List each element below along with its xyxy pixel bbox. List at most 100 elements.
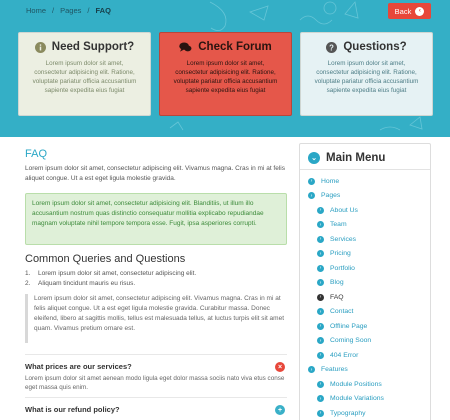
sidebar-item-label: Services xyxy=(330,235,357,243)
sidebar-item-label: Coming Soon xyxy=(330,337,372,345)
chevron-right-icon: › xyxy=(308,192,315,200)
chevron-right-icon: › xyxy=(317,351,324,359)
support-card-body: Lorem ipsum dolor sit amet, consectetur … xyxy=(32,60,137,94)
sidebar-item-404-error[interactable]: › 404 Error xyxy=(308,348,422,363)
sidebar-item-label: 404 Error xyxy=(330,351,359,359)
support-card-title-text: Need Support? xyxy=(51,41,135,53)
sidebar-item-label: Portfolio xyxy=(330,264,355,272)
questions-card[interactable]: ? Questions? Lorem ipsum dolor sit amet,… xyxy=(300,32,433,116)
chevron-right-icon: › xyxy=(317,279,324,287)
breadcrumb-home[interactable]: Home xyxy=(26,6,46,15)
breadcrumb-separator: / xyxy=(87,6,90,15)
sidebar-item-contact[interactable]: › Contact xyxy=(308,305,422,320)
questions-card-title-text: Questions? xyxy=(343,41,407,53)
chevron-right-icon: › xyxy=(317,380,324,388)
divider xyxy=(300,169,430,170)
sidebar-header: ⌄ Main Menu xyxy=(308,152,422,164)
list-item-number: 1. xyxy=(25,270,31,277)
chevron-right-icon: › xyxy=(317,409,324,417)
forum-card-title-text: Check Forum xyxy=(198,41,272,53)
questions-card-title: ? Questions? xyxy=(301,41,432,53)
info-icon xyxy=(34,41,46,53)
faq-question[interactable]: What is our refund policy? xyxy=(25,405,287,414)
forum-card-body: Lorem ipsum dolor sit amet, consectetur … xyxy=(173,60,278,94)
plus-icon[interactable]: + xyxy=(275,405,285,415)
sidebar-item-label: Module Variations xyxy=(330,395,384,403)
sidebar-item-pricing[interactable]: › Pricing xyxy=(308,247,422,262)
arrow-left-icon: ‹ xyxy=(415,6,425,16)
sidebar-item-module-positions[interactable]: › Module Positions xyxy=(308,377,422,392)
chevron-right-icon: › xyxy=(317,308,324,316)
breadcrumb-pages[interactable]: Pages xyxy=(60,6,81,15)
sidebar-item-label: Features xyxy=(321,366,348,374)
header-banner: Home / Pages / FAQ Back ‹ Need Support? … xyxy=(0,0,450,137)
questions-card-body: Lorem ipsum dolor sit amet, consectetur … xyxy=(314,60,419,94)
forum-card-title: Check Forum xyxy=(160,41,291,53)
comments-icon xyxy=(179,41,192,52)
chevron-right-icon: › xyxy=(317,235,324,243)
intro-text: Lorem ipsum dolor sit amet, consectetur … xyxy=(25,165,285,182)
chevron-right-icon: › xyxy=(317,250,324,258)
sidebar-item-module-variations[interactable]: › Module Variations xyxy=(308,392,422,407)
svg-text:?: ? xyxy=(329,43,334,52)
back-button[interactable]: Back ‹ xyxy=(388,3,431,19)
support-card-title: Need Support? xyxy=(19,41,150,53)
sidebar-item-label: Pricing xyxy=(330,250,351,258)
chevron-right-icon: › xyxy=(317,206,324,214)
sidebar-item-label: Blog xyxy=(330,279,344,287)
sidebar-item-home[interactable]: › Home xyxy=(308,174,422,189)
chevron-right-icon: › xyxy=(317,293,324,301)
sidebar-item-offline-page[interactable]: › Offline Page xyxy=(308,319,422,334)
question-icon: ? xyxy=(326,41,338,53)
chevron-right-icon: › xyxy=(308,366,315,374)
main-content: FAQ Lorem ipsum dolor sit amet, consecte… xyxy=(25,143,287,415)
sidebar-item-label: About Us xyxy=(330,206,358,214)
sidebar-item-label: Contact xyxy=(330,308,354,316)
sidebar-item-coming-soon[interactable]: › Coming Soon xyxy=(308,334,422,349)
sidebar-item-portfolio[interactable]: › Portfolio xyxy=(308,261,422,276)
faq-question[interactable]: What prices are our services? xyxy=(25,362,287,371)
sidebar-menu: › Home › Pages › About Us › Team › Services › Prici… xyxy=(308,174,422,420)
chevron-down-icon: ⌄ xyxy=(308,152,320,164)
faq-answer: Lorem ipsum dolor sit amet aenean modo l… xyxy=(25,375,285,391)
divider xyxy=(25,397,287,398)
faq-item[interactable]: What is our refund policy? + xyxy=(25,405,287,415)
sidebar-item-label: Pages xyxy=(321,192,341,200)
sidebar-item-team[interactable]: › Team xyxy=(308,218,422,233)
sidebar-item-label: FAQ xyxy=(330,293,344,301)
chevron-right-icon: › xyxy=(308,177,315,185)
sidebar: ⌄ Main Menu › Home › Pages › About Us › Team › Se… xyxy=(299,143,431,420)
sidebar-item-typography[interactable]: › Typography xyxy=(308,406,422,420)
blockquote: Lorem ipsum dolor sit amet, consectetur … xyxy=(25,294,287,343)
breadcrumb: Home / Pages / FAQ xyxy=(26,6,111,15)
list-item-text: Lorem ipsum dolor sit amet, consectetur … xyxy=(38,270,197,277)
back-button-label: Back xyxy=(394,6,412,16)
chevron-right-icon: › xyxy=(317,264,324,272)
faq-item[interactable]: What prices are our services? × Lorem ip… xyxy=(25,362,287,392)
sidebar-item-features[interactable]: › Features xyxy=(308,363,422,378)
list-item-text: Aliquam tincidunt mauris eu risus. xyxy=(38,280,136,287)
divider xyxy=(25,354,287,355)
sidebar-title: Main Menu xyxy=(326,152,386,164)
list-item: 1. Lorem ipsum dolor sit amet, consectet… xyxy=(25,269,287,279)
chevron-right-icon: › xyxy=(317,221,324,229)
sidebar-item-services[interactable]: › Services xyxy=(308,232,422,247)
chevron-right-icon: › xyxy=(317,337,324,345)
breadcrumb-separator: / xyxy=(52,6,55,15)
section-heading: Common Queries and Questions xyxy=(25,253,186,265)
sidebar-item-label: Offline Page xyxy=(330,322,368,330)
close-icon[interactable]: × xyxy=(275,362,285,372)
sidebar-item-blog[interactable]: › Blog xyxy=(308,276,422,291)
sidebar-item-pages[interactable]: › Pages xyxy=(308,189,422,204)
sidebar-item-label: Home xyxy=(321,177,340,185)
chevron-right-icon: › xyxy=(317,395,324,403)
forum-card[interactable]: Check Forum Lorem ipsum dolor sit amet, … xyxy=(159,32,292,116)
list-item-number: 2. xyxy=(25,280,31,287)
success-alert: Lorem ipsum dolor sit amet, consectetur … xyxy=(25,193,287,245)
breadcrumb-current: FAQ xyxy=(95,6,111,15)
chevron-right-icon: › xyxy=(317,322,324,330)
sidebar-item-faq[interactable]: › FAQ xyxy=(308,290,422,305)
support-card[interactable]: Need Support? Lorem ipsum dolor sit amet… xyxy=(18,32,151,116)
sidebar-item-about-us[interactable]: › About Us xyxy=(308,203,422,218)
list-item: 2. Aliquam tincidunt mauris eu risus. xyxy=(25,279,287,289)
